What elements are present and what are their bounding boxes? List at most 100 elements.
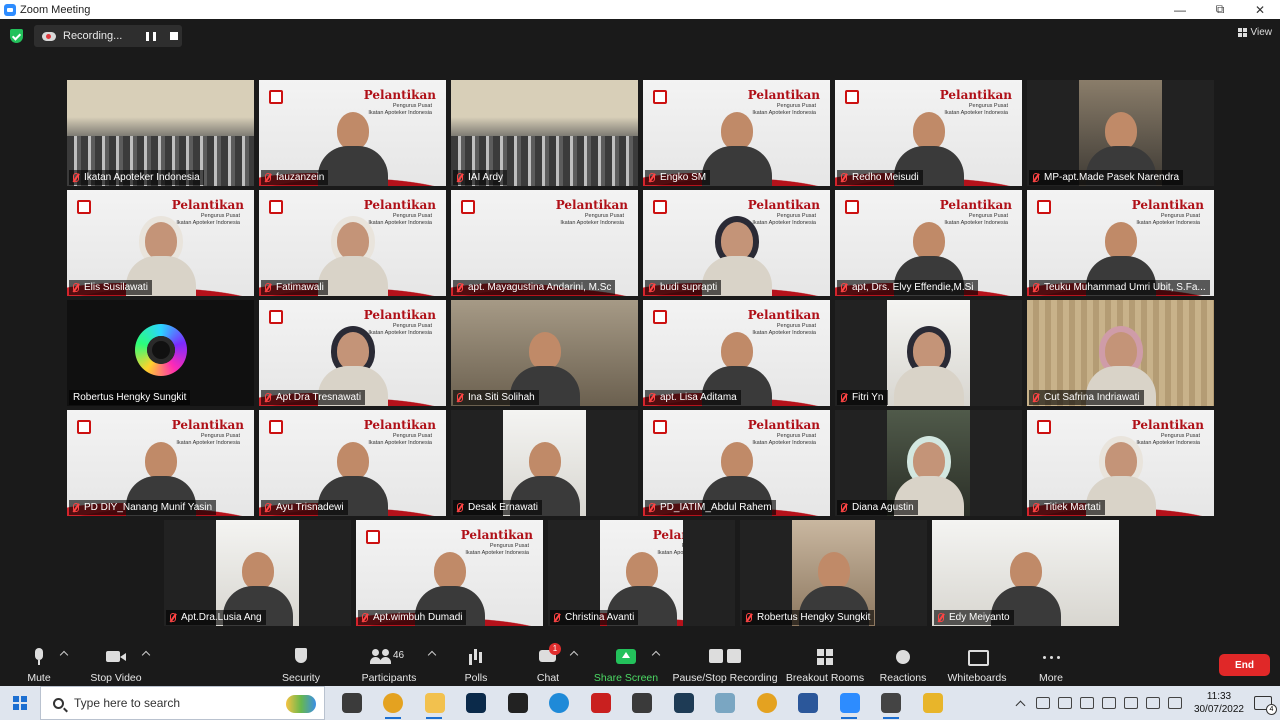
banner-title: Pelantikan [939,88,1012,102]
maximize-button[interactable]: ⧉ [1200,0,1240,19]
participant-tile[interactable]: Desak Ernawati [451,410,638,516]
taskbar-search-box[interactable]: Type here to search [40,686,325,720]
share-screen-button[interactable]: Share Screen [594,646,658,684]
security-button[interactable]: Security [279,646,323,684]
banner-title: Pelantikan [747,88,820,102]
participant-tile[interactable]: Ikatan Apoteker Indonesia [67,80,254,186]
encryption-shield-icon[interactable] [10,29,23,43]
polls-button[interactable]: Polls [461,646,491,684]
tray-language-icon[interactable] [1167,697,1182,709]
tray-speaker-icon[interactable] [1145,697,1160,709]
participant-tile[interactable]: PelantikanPengurus Pusat Ikatan Apoteker… [643,190,830,296]
participant-tile[interactable]: PelantikanPengurus Pusat Ikatan Apoteker… [259,410,446,516]
participant-name: Elis Susilawati [69,280,152,295]
tray-app-icon[interactable] [1035,697,1050,709]
participant-name: Titiek Martati [1029,500,1105,515]
clock-date: 30/07/2022 [1193,704,1244,715]
audio-options-caret[interactable] [59,650,69,660]
participant-tile[interactable]: PelantikanPengurus Pusat Ikatan Apoteker… [356,520,543,626]
show-hidden-icons-caret[interactable] [1015,700,1026,710]
participant-name: Diana Agustin [837,500,918,515]
taskbar-app-chrome-icon[interactable] [373,686,415,720]
end-meeting-button[interactable]: End [1219,654,1270,676]
iai-logo-icon [845,200,859,214]
stop-recording-icon[interactable] [170,32,179,40]
participant-tile[interactable]: PelantikanPengurus Pusat Ikatan Apoteker… [548,520,735,626]
taskbar-app-photoshop-icon[interactable] [456,686,498,720]
view-button[interactable]: View [1237,27,1272,38]
tray-volume-icon[interactable] [1079,697,1094,709]
participant-tile[interactable]: MP-apt.Made Pasek Narendra [1027,80,1214,186]
banner-title: Pelantikan [747,308,820,322]
taskbar-app-word-icon[interactable] [788,686,830,720]
mic-muted-icon [73,283,79,292]
taskbar-app-clapper-icon[interactable] [871,686,913,720]
participant-tile[interactable]: Robertus Hengky Sungkit [740,520,927,626]
mic-muted-icon [1033,283,1039,292]
start-button[interactable] [0,686,40,720]
participants-button[interactable]: 46 Participants [359,646,419,684]
pen-app-icon [715,693,736,713]
letterbox-bar [875,520,927,626]
taskbar-app-headset-icon[interactable] [622,686,664,720]
participants-count: 46 [393,650,405,661]
participant-tile[interactable]: PelantikanPengurus Pusat Ikatan Apoteker… [835,190,1022,296]
participant-tile[interactable]: PelantikanPengurus Pusat Ikatan Apoteker… [835,80,1022,186]
participant-tile[interactable]: PelantikanPengurus Pusat Ikatan Apoteker… [259,300,446,406]
letterbox-bar [299,520,351,626]
taskbar-app-task-view-icon[interactable] [331,686,373,720]
taskbar-app-acrobat-icon[interactable] [580,686,622,720]
whiteboards-button[interactable]: Whiteboards [946,646,1008,684]
stop-video-button[interactable]: Stop Video [88,646,144,684]
participant-tile[interactable]: Cut Safrina Indriawati [1027,300,1214,406]
close-button[interactable]: ✕ [1240,0,1280,19]
banner-title: Pelantikan [171,198,244,212]
taskbar-app-pen-app-icon[interactable] [705,686,747,720]
iai-logo-icon [366,530,380,544]
title-bar: Zoom Meeting — ⧉ ✕ [0,0,1280,19]
participant-tile[interactable]: Ina Siti Solihah [451,300,638,406]
pinned-apps [331,686,954,720]
participant-tile[interactable]: PelantikanPengurus Pusat Ikatan Apoteker… [67,410,254,516]
taskbar-app-terminal-icon[interactable] [663,686,705,720]
notification-center-icon[interactable]: 4 [1254,696,1277,715]
participant-tile[interactable]: Robertus Hengky Sungkit [67,300,254,406]
participant-tile[interactable]: PelantikanPengurus Pusat Ikatan Apoteker… [451,190,638,296]
taskbar-app-edge-icon[interactable] [539,686,581,720]
tray-network-icon[interactable] [1057,697,1072,709]
breakout-rooms-button[interactable]: Breakout Rooms [786,646,864,684]
participant-tile[interactable]: Apt.Dra.Lusia Ang [164,520,351,626]
reactions-button[interactable]: Reactions [879,646,927,684]
tray-wifi-icon[interactable] [1123,697,1138,709]
participant-tile[interactable]: PelantikanPengurus Pusat Ikatan Apoteker… [643,80,830,186]
more-button[interactable]: More [1036,646,1066,684]
taskbar-app-chrome-icon[interactable] [746,686,788,720]
pause-stop-recording-button[interactable]: Pause/Stop Recording [672,646,778,684]
banner-title: Pelantikan [747,418,820,432]
participant-tile[interactable]: PelantikanPengurus Pusat Ikatan Apoteker… [1027,410,1214,516]
participant-tile[interactable]: PelantikanPengurus Pusat Ikatan Apoteker… [259,190,446,296]
participant-tile[interactable]: IAI Ardy [451,80,638,186]
taskbar-app-app-dark-icon[interactable] [497,686,539,720]
minimize-button[interactable]: — [1160,0,1200,19]
participant-tile[interactable]: PelantikanPengurus Pusat Ikatan Apoteker… [259,80,446,186]
chat-button[interactable]: 1 Chat [533,643,563,684]
chat-options-caret[interactable] [569,650,579,660]
participant-tile[interactable]: Edy Meiyanto [932,520,1119,626]
banner-title: Pelantikan [747,198,820,212]
participant-tile[interactable]: PelantikanPengurus Pusat Ikatan Apoteker… [643,410,830,516]
participant-tile[interactable]: Diana Agustin [835,410,1022,516]
mute-button[interactable]: Mute [20,646,58,684]
mic-muted-icon [1033,503,1039,512]
participant-tile[interactable]: Fitri Yn [835,300,1022,406]
tray-battery-icon[interactable] [1101,697,1116,709]
participant-tile[interactable]: PelantikanPengurus Pusat Ikatan Apoteker… [67,190,254,296]
pause-recording-icon[interactable] [146,31,157,41]
participant-tile[interactable]: PelantikanPengurus Pusat Ikatan Apoteker… [1027,190,1214,296]
taskbar-app-zoom-icon[interactable] [829,686,871,720]
taskbar-app-sketch-icon[interactable] [912,686,954,720]
participant-tile[interactable]: PelantikanPengurus Pusat Ikatan Apoteker… [643,300,830,406]
participants-options-caret[interactable] [427,650,437,660]
taskbar-app-file-explorer-icon[interactable] [414,686,456,720]
taskbar-clock[interactable]: 11:33 30/07/2022 [1194,690,1244,716]
